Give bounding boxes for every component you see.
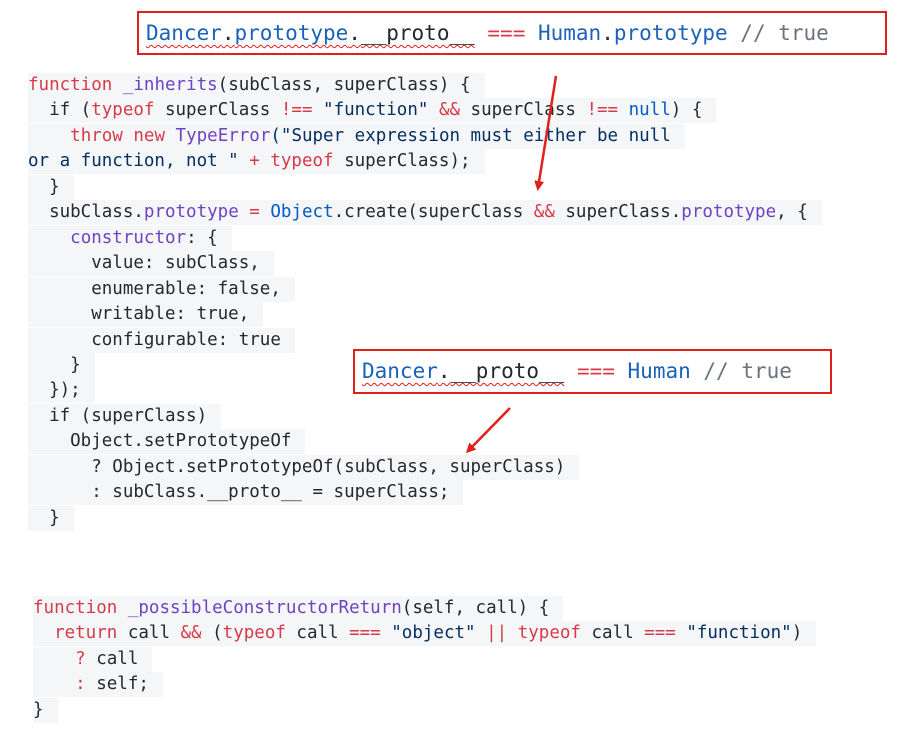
code-line: Object.setPrototypeOf [28,429,306,454]
code-line: return call && (typeof call === "object"… [33,621,817,646]
code-line: } [28,353,95,378]
code-line: throw new TypeError("Super expression mu… [28,124,685,149]
code-line: constructor: { [28,226,232,251]
code-line: } [33,698,58,723]
code-line: ? call [33,647,153,672]
callout-box-prototype: Dancer.prototype.__proto__ === Human.pro… [137,11,887,55]
code-line: configurable: true [28,328,295,353]
code-line: writable: true, [28,302,264,327]
code-line: or a function, not " + typeof superClass… [28,149,485,174]
callout-code-prototype: Dancer.prototype.__proto__ === Human.pro… [146,21,829,45]
code-line: }); [28,378,95,403]
code-line: : subClass.__proto__ = superClass; [28,480,464,505]
code-line: if (superClass) [28,404,222,429]
code-line: value: subClass, [28,251,274,276]
code-line: } [28,506,74,531]
code-line: if (typeof superClass !== "function" && … [28,98,717,123]
arrow-to-setprototypeof-icon [465,407,511,454]
code-line: function _inherits(subClass, superClass)… [28,73,485,98]
code-line: ? Object.setPrototypeOf(subClass, superC… [28,455,580,480]
code-line: subClass.prototype = Object.create(super… [28,200,822,225]
code-line: } [28,175,74,200]
code-line: function _possibleConstructorReturn(self… [33,596,564,621]
callout-box-proto: Dancer.__proto__ === Human // true [353,349,832,394]
callout-code-proto: Dancer.__proto__ === Human // true [362,359,792,383]
code-line: : self; [33,672,163,697]
code-line: enumerable: false, [28,277,295,302]
